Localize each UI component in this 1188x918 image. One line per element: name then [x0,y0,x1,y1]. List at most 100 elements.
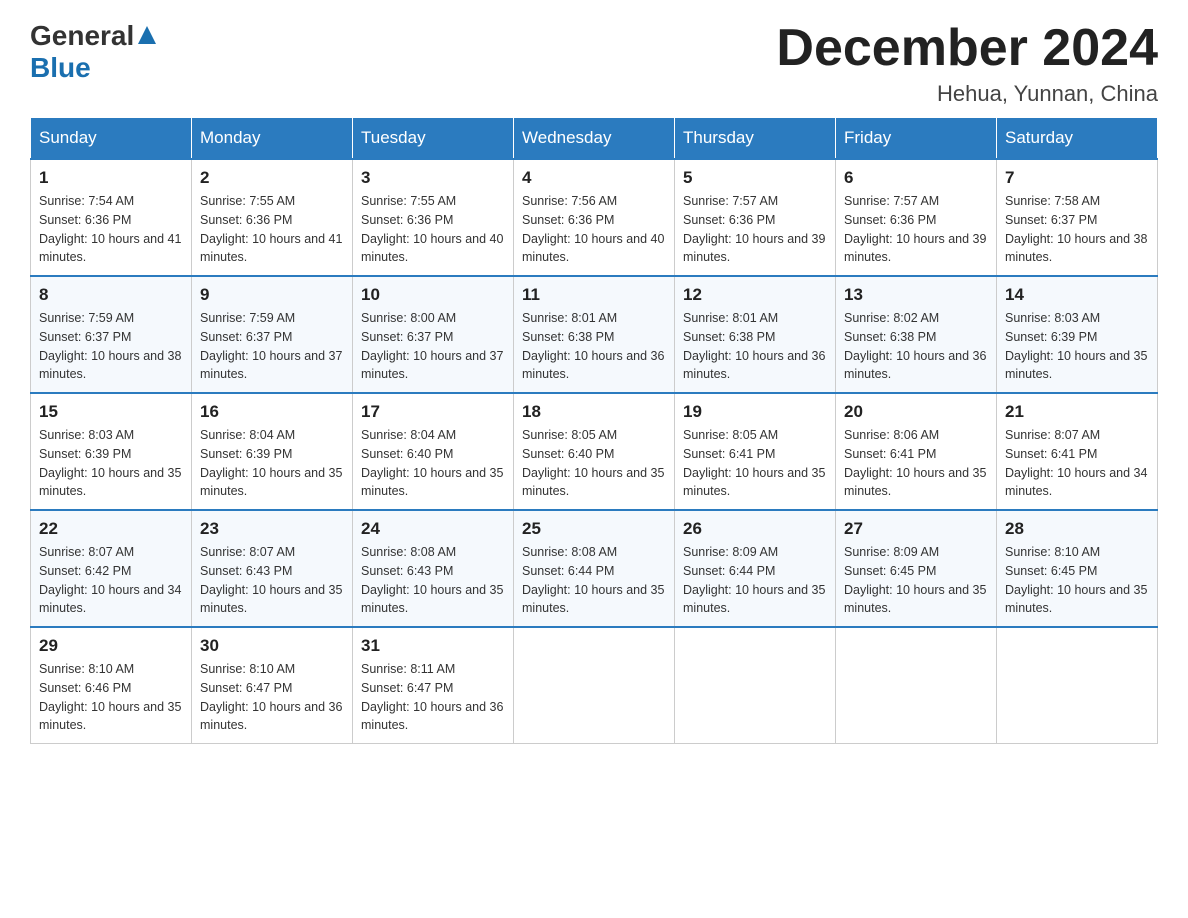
calendar-week-row: 15 Sunrise: 8:03 AM Sunset: 6:39 PM Dayl… [31,393,1158,510]
day-number: 16 [200,402,344,422]
day-info: Sunrise: 7:57 AM Sunset: 6:36 PM Dayligh… [683,192,827,267]
table-row: 4 Sunrise: 7:56 AM Sunset: 6:36 PM Dayli… [514,159,675,276]
day-number: 22 [39,519,183,539]
table-row [675,627,836,744]
day-number: 25 [522,519,666,539]
table-row: 5 Sunrise: 7:57 AM Sunset: 6:36 PM Dayli… [675,159,836,276]
table-row: 11 Sunrise: 8:01 AM Sunset: 6:38 PM Dayl… [514,276,675,393]
table-row: 6 Sunrise: 7:57 AM Sunset: 6:36 PM Dayli… [836,159,997,276]
calendar-week-row: 8 Sunrise: 7:59 AM Sunset: 6:37 PM Dayli… [31,276,1158,393]
day-info: Sunrise: 8:02 AM Sunset: 6:38 PM Dayligh… [844,309,988,384]
table-row: 26 Sunrise: 8:09 AM Sunset: 6:44 PM Dayl… [675,510,836,627]
month-title: December 2024 [776,20,1158,77]
day-info: Sunrise: 8:05 AM Sunset: 6:40 PM Dayligh… [522,426,666,501]
day-info: Sunrise: 8:08 AM Sunset: 6:44 PM Dayligh… [522,543,666,618]
day-info: Sunrise: 8:00 AM Sunset: 6:37 PM Dayligh… [361,309,505,384]
title-section: December 2024 Hehua, Yunnan, China [776,20,1158,107]
table-row: 17 Sunrise: 8:04 AM Sunset: 6:40 PM Dayl… [353,393,514,510]
day-number: 27 [844,519,988,539]
day-number: 17 [361,402,505,422]
day-info: Sunrise: 8:01 AM Sunset: 6:38 PM Dayligh… [522,309,666,384]
table-row: 7 Sunrise: 7:58 AM Sunset: 6:37 PM Dayli… [997,159,1158,276]
table-row: 21 Sunrise: 8:07 AM Sunset: 6:41 PM Dayl… [997,393,1158,510]
day-number: 4 [522,168,666,188]
day-info: Sunrise: 8:01 AM Sunset: 6:38 PM Dayligh… [683,309,827,384]
day-info: Sunrise: 7:55 AM Sunset: 6:36 PM Dayligh… [361,192,505,267]
day-number: 6 [844,168,988,188]
calendar-week-row: 29 Sunrise: 8:10 AM Sunset: 6:46 PM Dayl… [31,627,1158,744]
day-info: Sunrise: 8:08 AM Sunset: 6:43 PM Dayligh… [361,543,505,618]
table-row: 31 Sunrise: 8:11 AM Sunset: 6:47 PM Dayl… [353,627,514,744]
table-row: 15 Sunrise: 8:03 AM Sunset: 6:39 PM Dayl… [31,393,192,510]
table-row: 22 Sunrise: 8:07 AM Sunset: 6:42 PM Dayl… [31,510,192,627]
day-number: 31 [361,636,505,656]
day-info: Sunrise: 8:07 AM Sunset: 6:42 PM Dayligh… [39,543,183,618]
col-wednesday: Wednesday [514,118,675,160]
day-number: 14 [1005,285,1149,305]
table-row: 2 Sunrise: 7:55 AM Sunset: 6:36 PM Dayli… [192,159,353,276]
col-friday: Friday [836,118,997,160]
logo: General Blue [30,20,158,84]
day-info: Sunrise: 8:03 AM Sunset: 6:39 PM Dayligh… [1005,309,1149,384]
table-row: 10 Sunrise: 8:00 AM Sunset: 6:37 PM Dayl… [353,276,514,393]
table-row: 8 Sunrise: 7:59 AM Sunset: 6:37 PM Dayli… [31,276,192,393]
day-info: Sunrise: 8:07 AM Sunset: 6:41 PM Dayligh… [1005,426,1149,501]
day-number: 21 [1005,402,1149,422]
day-info: Sunrise: 8:03 AM Sunset: 6:39 PM Dayligh… [39,426,183,501]
day-number: 18 [522,402,666,422]
table-row: 18 Sunrise: 8:05 AM Sunset: 6:40 PM Dayl… [514,393,675,510]
table-row: 12 Sunrise: 8:01 AM Sunset: 6:38 PM Dayl… [675,276,836,393]
col-sunday: Sunday [31,118,192,160]
day-info: Sunrise: 7:57 AM Sunset: 6:36 PM Dayligh… [844,192,988,267]
day-number: 24 [361,519,505,539]
day-number: 13 [844,285,988,305]
table-row: 28 Sunrise: 8:10 AM Sunset: 6:45 PM Dayl… [997,510,1158,627]
calendar-table: Sunday Monday Tuesday Wednesday Thursday… [30,117,1158,744]
day-info: Sunrise: 7:59 AM Sunset: 6:37 PM Dayligh… [39,309,183,384]
day-info: Sunrise: 8:10 AM Sunset: 6:45 PM Dayligh… [1005,543,1149,618]
day-number: 12 [683,285,827,305]
table-row: 20 Sunrise: 8:06 AM Sunset: 6:41 PM Dayl… [836,393,997,510]
day-number: 1 [39,168,183,188]
table-row [836,627,997,744]
calendar-week-row: 1 Sunrise: 7:54 AM Sunset: 6:36 PM Dayli… [31,159,1158,276]
day-number: 30 [200,636,344,656]
day-info: Sunrise: 8:11 AM Sunset: 6:47 PM Dayligh… [361,660,505,735]
day-info: Sunrise: 7:58 AM Sunset: 6:37 PM Dayligh… [1005,192,1149,267]
logo-blue-text: Blue [30,52,91,83]
day-info: Sunrise: 7:55 AM Sunset: 6:36 PM Dayligh… [200,192,344,267]
table-row: 27 Sunrise: 8:09 AM Sunset: 6:45 PM Dayl… [836,510,997,627]
table-row: 16 Sunrise: 8:04 AM Sunset: 6:39 PM Dayl… [192,393,353,510]
day-number: 20 [844,402,988,422]
day-number: 10 [361,285,505,305]
page-header: General Blue December 2024 Hehua, Yunnan… [30,20,1158,107]
day-info: Sunrise: 8:09 AM Sunset: 6:45 PM Dayligh… [844,543,988,618]
day-info: Sunrise: 7:59 AM Sunset: 6:37 PM Dayligh… [200,309,344,384]
calendar-header-row: Sunday Monday Tuesday Wednesday Thursday… [31,118,1158,160]
day-info: Sunrise: 8:07 AM Sunset: 6:43 PM Dayligh… [200,543,344,618]
day-number: 3 [361,168,505,188]
table-row: 9 Sunrise: 7:59 AM Sunset: 6:37 PM Dayli… [192,276,353,393]
table-row: 19 Sunrise: 8:05 AM Sunset: 6:41 PM Dayl… [675,393,836,510]
day-number: 19 [683,402,827,422]
table-row: 23 Sunrise: 8:07 AM Sunset: 6:43 PM Dayl… [192,510,353,627]
calendar-week-row: 22 Sunrise: 8:07 AM Sunset: 6:42 PM Dayl… [31,510,1158,627]
table-row: 29 Sunrise: 8:10 AM Sunset: 6:46 PM Dayl… [31,627,192,744]
day-number: 5 [683,168,827,188]
day-info: Sunrise: 8:06 AM Sunset: 6:41 PM Dayligh… [844,426,988,501]
day-info: Sunrise: 8:10 AM Sunset: 6:47 PM Dayligh… [200,660,344,735]
table-row [514,627,675,744]
table-row [997,627,1158,744]
table-row: 13 Sunrise: 8:02 AM Sunset: 6:38 PM Dayl… [836,276,997,393]
day-number: 11 [522,285,666,305]
day-number: 2 [200,168,344,188]
day-info: Sunrise: 8:04 AM Sunset: 6:39 PM Dayligh… [200,426,344,501]
table-row: 25 Sunrise: 8:08 AM Sunset: 6:44 PM Dayl… [514,510,675,627]
day-info: Sunrise: 8:10 AM Sunset: 6:46 PM Dayligh… [39,660,183,735]
day-number: 23 [200,519,344,539]
col-saturday: Saturday [997,118,1158,160]
col-thursday: Thursday [675,118,836,160]
day-number: 26 [683,519,827,539]
table-row: 30 Sunrise: 8:10 AM Sunset: 6:47 PM Dayl… [192,627,353,744]
day-info: Sunrise: 8:05 AM Sunset: 6:41 PM Dayligh… [683,426,827,501]
